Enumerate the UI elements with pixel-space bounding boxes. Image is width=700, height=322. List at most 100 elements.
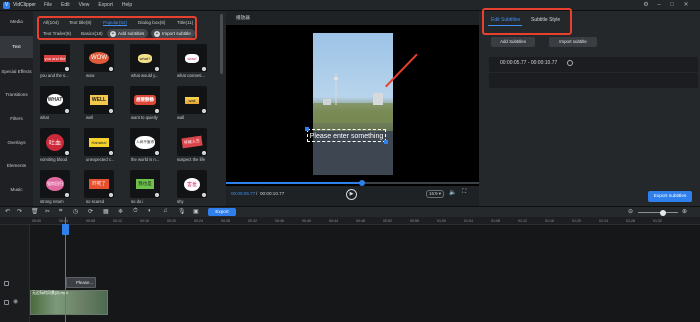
- lock-icon[interactable]: [4, 281, 9, 286]
- eye-icon[interactable]: ◉: [13, 298, 18, 305]
- resize-handle[interactable]: [305, 127, 309, 131]
- aspect-ratio-select[interactable]: 16:9 ▾: [426, 190, 444, 198]
- template-tile[interactable]: 我也是 ↓: [130, 170, 160, 198]
- speed-icon[interactable]: ◷: [73, 208, 78, 215]
- seek-progress: [226, 182, 362, 184]
- audio-icon[interactable]: ♫: [163, 208, 168, 214]
- template-tile[interactable]: WELL ↓: [84, 86, 114, 114]
- crop-icon[interactable]: ⌗: [59, 208, 62, 215]
- template-tile[interactable]: 想要静静 ↓: [130, 86, 160, 114]
- playhead-handle[interactable]: [62, 224, 69, 235]
- sidebar-item-overlays[interactable]: Overlays: [0, 132, 33, 154]
- mosaic-icon[interactable]: ▦: [103, 208, 109, 215]
- download-icon[interactable]: ↓: [65, 67, 69, 71]
- download-icon[interactable]: ↓: [109, 109, 113, 113]
- download-icon[interactable]: ↓: [202, 151, 206, 155]
- template-label: so do i: [131, 199, 144, 204]
- template-tile[interactable]: WOW ↓: [84, 44, 114, 72]
- download-icon[interactable]: ↓: [65, 109, 69, 113]
- download-icon[interactable]: ↓: [202, 67, 206, 71]
- ruler-tick: 01:24: [599, 219, 608, 223]
- export-button[interactable]: Export: [208, 208, 236, 216]
- template-tile[interactable]: what? ↓: [130, 44, 160, 72]
- template-tile[interactable]: you and the ↓: [40, 44, 70, 72]
- undo-icon[interactable]: ↶: [5, 208, 10, 215]
- volume-icon[interactable]: 🔈: [449, 189, 456, 196]
- download-icon[interactable]: ↓: [109, 67, 113, 71]
- menu-edit[interactable]: Edit: [61, 2, 70, 8]
- play-button[interactable]: ▶: [346, 189, 357, 200]
- download-icon[interactable]: ↓: [155, 67, 159, 71]
- template-tile[interactable]: wow! ↓: [177, 44, 207, 72]
- resize-handle[interactable]: [384, 140, 388, 144]
- settings-icon[interactable]: ⚙: [640, 0, 652, 11]
- download-icon[interactable]: ↓: [109, 193, 113, 197]
- template-tile[interactable]: 强势回归 ↓: [40, 170, 70, 198]
- close-icon[interactable]: ✕: [680, 0, 692, 11]
- download-icon[interactable]: ↓: [155, 151, 159, 155]
- timeline-ruler[interactable]: [0, 217, 700, 225]
- template-tile[interactable]: 吐血 ↓: [40, 128, 70, 156]
- rotate-icon[interactable]: ⟳: [88, 208, 93, 215]
- download-icon[interactable]: ↓: [155, 109, 159, 113]
- template-label: vomiting blood: [40, 157, 68, 162]
- color-icon[interactable]: ◐: [148, 208, 152, 214]
- video-preview[interactable]: [313, 33, 393, 175]
- zoom-out-icon[interactable]: ⊖: [628, 208, 633, 215]
- current-time: 00:00:05.77: [231, 191, 256, 196]
- app-logo-icon: V: [3, 1, 10, 9]
- download-icon[interactable]: ↓: [202, 193, 206, 197]
- fullscreen-icon[interactable]: ⛶: [462, 189, 466, 196]
- zoom-handle[interactable]: [660, 209, 666, 216]
- download-icon[interactable]: ↓: [202, 109, 206, 113]
- template-tile[interactable]: 怀疑人生 ↓: [177, 128, 207, 156]
- download-icon[interactable]: ↓: [109, 151, 113, 155]
- subtitle-text-box[interactable]: Please enter something: [307, 129, 386, 142]
- maximize-icon[interactable]: □: [666, 0, 678, 11]
- import-subtitle-panel-button[interactable]: Import subtitle: [549, 37, 597, 47]
- template-tile[interactable]: 人间不值得 ↓: [130, 128, 160, 156]
- ruler-tick: 01:12: [518, 219, 527, 223]
- ruler-tick: 00:40: [302, 219, 311, 223]
- export-subtitles-button[interactable]: Export subtitles: [648, 191, 692, 202]
- clock-icon[interactable]: [567, 60, 573, 66]
- template-tile[interactable]: wall ↓: [177, 86, 207, 114]
- subtitle-text-input[interactable]: [489, 73, 698, 88]
- sidebar-item-transitions[interactable]: Transitions: [0, 84, 33, 106]
- split-icon[interactable]: ✂: [45, 208, 50, 215]
- subtitle-clip[interactable]: Please...: [66, 277, 96, 288]
- sidebar-item-special-effects[interactable]: Special Effects: [0, 61, 33, 83]
- template-tile[interactable]: WHAT ↓: [40, 86, 70, 114]
- template-tile[interactable]: Hahaha! ↓: [84, 128, 114, 156]
- sidebar-item-filters[interactable]: Filters: [0, 108, 33, 130]
- video-clip-name: 无边际的风景(2).mp4: [32, 291, 68, 295]
- minimize-icon[interactable]: –: [653, 0, 665, 11]
- menu-file[interactable]: File: [44, 2, 52, 8]
- template-tile[interactable]: 吓死了 ↓: [84, 170, 114, 198]
- menu-export[interactable]: Export: [98, 2, 112, 8]
- sidebar-item-music[interactable]: Music: [0, 179, 33, 201]
- freeze-icon[interactable]: ❄: [118, 208, 123, 215]
- pip-icon[interactable]: ▣: [193, 208, 199, 215]
- lock-icon[interactable]: [4, 300, 9, 305]
- sidebar-item-elements[interactable]: Elements: [0, 155, 33, 177]
- add-subtitles-panel-button[interactable]: Add Subtitles: [491, 37, 535, 47]
- delete-icon[interactable]: 🗑: [31, 208, 39, 215]
- template-tile[interactable]: 害羞 ↓: [177, 170, 207, 198]
- redo-icon[interactable]: ↷: [17, 208, 22, 215]
- download-icon[interactable]: ↓: [65, 151, 69, 155]
- sidebar-item-text[interactable]: Text: [0, 36, 33, 58]
- seek-handle[interactable]: [359, 180, 365, 186]
- ruler-tick: 00:48: [356, 219, 365, 223]
- menu-help[interactable]: Help: [122, 2, 132, 8]
- sidebar-item-media[interactable]: Media: [0, 11, 33, 33]
- record-icon[interactable]: 🎙: [178, 208, 186, 215]
- download-icon[interactable]: ↓: [155, 193, 159, 197]
- library-scrollbar[interactable]: [220, 14, 223, 74]
- zoom-in-icon[interactable]: ⊕: [682, 208, 687, 215]
- download-icon[interactable]: ↓: [65, 193, 69, 197]
- menu-view[interactable]: View: [79, 2, 90, 8]
- duration-icon[interactable]: ⏱: [133, 208, 138, 215]
- zoom-slider[interactable]: [638, 212, 678, 213]
- template-label: suspect the life: [177, 157, 205, 162]
